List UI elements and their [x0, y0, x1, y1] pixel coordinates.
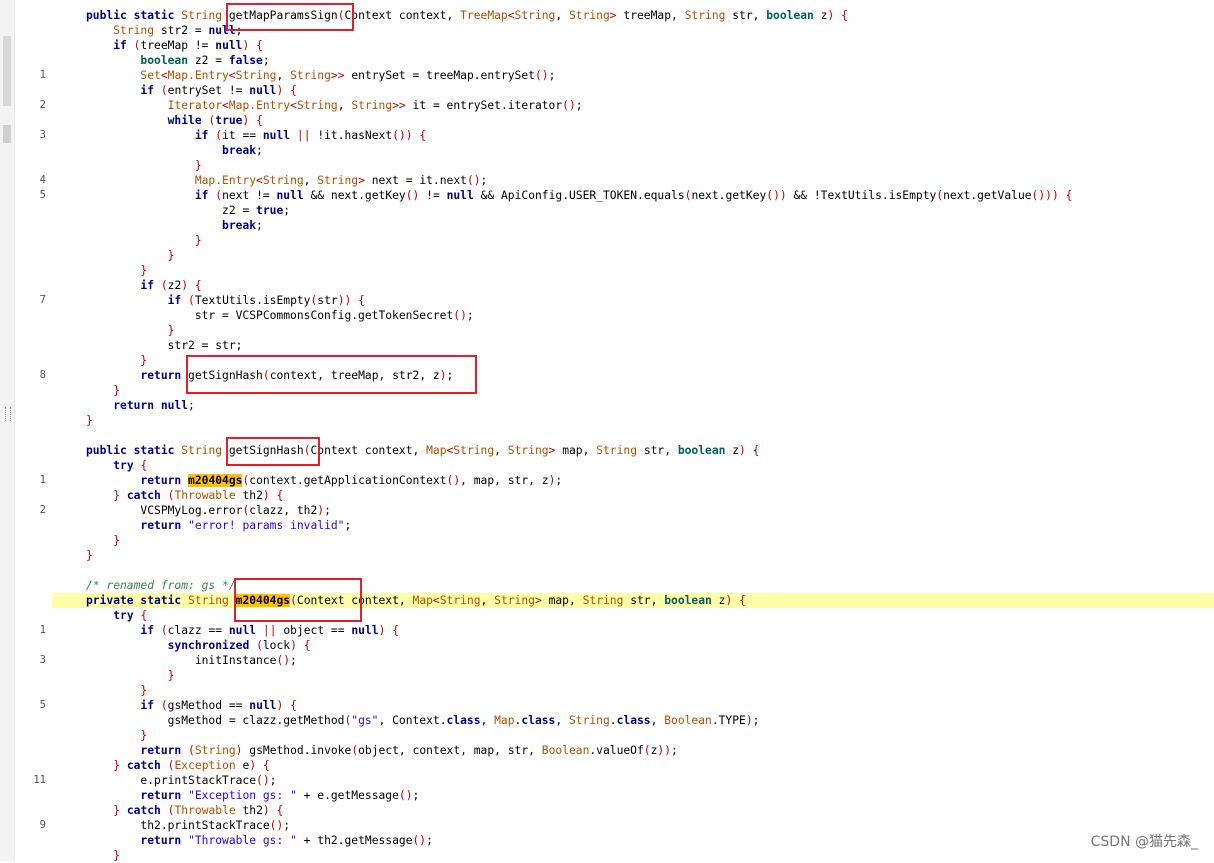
code-line: } [194, 234, 202, 247]
code-line: } [86, 414, 93, 427]
code-line: boolean z2 = false; [140, 54, 270, 67]
code-line: return "Throwable gs: " + th2.getMessage… [140, 834, 433, 847]
code-line: return null; [113, 399, 195, 412]
annotation-box-getSignHash-call [186, 355, 477, 394]
code-line: return "Exception gs: " + e.getMessage()… [140, 789, 420, 802]
code-line: 1 Set<Map.Entry<String, String>> entrySe… [39, 69, 556, 82]
code-line: 9 th2.printStackTrace(); [39, 819, 291, 832]
code-line: } [167, 669, 175, 682]
code-line: if (treeMap != null) { [113, 39, 263, 52]
code-line: } [140, 684, 148, 697]
scrollbar-thumb[interactable] [3, 36, 11, 106]
code-line: } catch (Exception e) { [113, 759, 270, 772]
code-line: } [194, 159, 202, 172]
code-line: 2 Iterator<Map.Entry<String, String>> it… [39, 99, 583, 112]
code-line: } [140, 729, 148, 742]
code-line: if (entrySet != null) { [140, 84, 297, 97]
code-line: } catch (Throwable th2) { [113, 804, 284, 817]
code-line: public static String getSignHash(Context… [86, 444, 760, 457]
code-line: 3 if (it == null || !it.hasNext()) { [39, 129, 427, 142]
vertical-scrollbar[interactable] [0, 0, 15, 861]
code-line: while (true) { [167, 114, 263, 127]
code-line: } [140, 264, 148, 277]
code-line: 2 VCSPMyLog.error(clazz, th2); [39, 504, 331, 517]
code-line: } [86, 549, 93, 562]
code-line: public static String getMapParamsSign(Co… [86, 9, 848, 22]
code-line: gsMethod = clazz.getMethod("gs", Context… [86, 714, 760, 727]
code-line: synchronized (lock) { [167, 639, 311, 652]
code-line: 3 initInstance(); [39, 654, 297, 667]
code-line: 1 if (clazz == null || object == null) { [39, 624, 399, 637]
code-line: 4 Map.Entry<String, String> next = it.ne… [39, 174, 488, 187]
annotation-box-getMapParamsSign [226, 3, 354, 31]
code-line: /* renamed from: gs */ [86, 579, 236, 592]
code-line: return "error! params invalid"; [140, 519, 352, 532]
code-line: } [167, 249, 175, 262]
code-line: 5 if (gsMethod == null) { [39, 699, 297, 712]
code-editor[interactable]: public static String getMapParamsSign(Co… [14, 0, 1214, 862]
watermark: CSDN @猫先森_ [1090, 834, 1198, 850]
code-line: 5 if (next != null && next.getKey() != n… [39, 189, 1073, 202]
code-line: return (String) gsMethod.invoke(object, … [140, 744, 678, 757]
code-line: String str2 = null; [113, 24, 243, 37]
code-line-current: private static String m20404gs(Context c… [52, 593, 1214, 608]
code-line: 1 return m20404gs(context.getApplication… [39, 474, 563, 487]
code-line: } [167, 324, 175, 337]
code-line: str = VCSPCommonsConfig.getTokenSecret()… [86, 309, 474, 322]
code-line: try { [113, 459, 148, 472]
code-line: break; [222, 144, 263, 157]
code-line: str2 = str; [86, 339, 243, 352]
code-line: break; [222, 219, 263, 232]
code-line: if (z2) { [140, 279, 202, 292]
annotation-box-getSignHash [226, 437, 320, 466]
code-line: } [113, 534, 121, 547]
code-line: 7 if (TextUtils.isEmpty(str)) { [39, 294, 365, 307]
annotation-box-m20404gs [234, 578, 362, 622]
code-line: 11 e.printStackTrace(); [33, 774, 277, 787]
code-line: } catch (Throwable th2) { [113, 489, 284, 502]
resize-grip-icon[interactable] [5, 407, 11, 421]
code-line: z2 = true; [86, 204, 291, 217]
code-line: try { [113, 609, 148, 622]
scrollbar-marker [3, 125, 11, 143]
